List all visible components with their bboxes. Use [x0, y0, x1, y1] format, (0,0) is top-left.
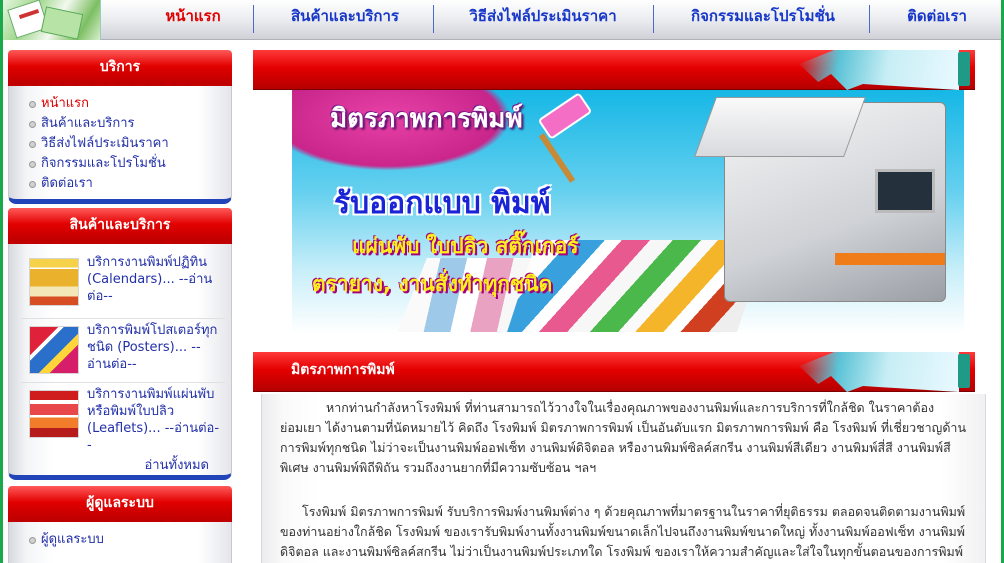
paint-roller-icon: [537, 92, 593, 140]
nav-divider: [253, 5, 254, 33]
nav-contact[interactable]: ติดต่อเรา: [879, 0, 995, 33]
nav-divider: [869, 5, 870, 33]
site-logo[interactable]: [3, 0, 101, 40]
roller-handle: [538, 133, 576, 183]
product-link-posters[interactable]: บริการพิมพ์โปสเตอร์ทุกชนิด (Posters)... …: [87, 322, 223, 373]
nav-home[interactable]: หน้าแรก: [143, 0, 243, 33]
admin-box-body: ผู้ดูแลระบบ: [8, 522, 232, 563]
article-paragraph: หากท่านกำลังหาโรงพิมพ์ ที่ท่านสามารถไว้ว…: [280, 400, 966, 475]
product-link-calendars[interactable]: บริการงานพิมพ์ปฏิทิน (Calendars)... --อ่…: [87, 254, 223, 305]
services-box-body: หน้าแรก สินค้าและบริการ วิธีส่งไฟล์ประเม…: [8, 86, 232, 204]
paint-roller-icon: [958, 52, 970, 86]
sidebar-item-contact[interactable]: ติดต่อเรา: [29, 174, 231, 194]
hero-banner: มิตรภาพการพิมพ์ รับออกแบบ พิมพ์ แผ่นพับ …: [292, 90, 964, 333]
paint-splash-decoration: [799, 352, 959, 392]
divider: [21, 318, 225, 319]
nav-divider: [433, 5, 434, 33]
sidebar-item-promotions[interactable]: กิจกรรมและโปรโมชั่น: [29, 154, 231, 174]
product-link-leaflets[interactable]: บริการงานพิมพ์แผ่นพับหรือพิมพ์ใบปลิว (Le…: [87, 386, 223, 454]
admin-box-title: ผู้ดูแลระบบ: [8, 486, 232, 525]
paint-splash-decoration: [799, 50, 959, 90]
banner-subline-2: ตรายาง, งานสั่งทำทุกชนิด: [312, 272, 553, 296]
services-box: บริการ หน้าแรก สินค้าและบริการ วิธีส่งไฟ…: [8, 50, 232, 204]
poster-thumbnail: [29, 326, 79, 374]
nav-products-services[interactable]: สินค้าและบริการ: [265, 0, 425, 33]
article-content: หากท่านกำลังหาโรงพิมพ์ ที่ท่านสามารถไว้ว…: [261, 394, 986, 563]
sidebar-item-file-submission[interactable]: วิธีส่งไฟล์ประเมินราคา: [29, 134, 231, 154]
services-box-title: บริการ: [8, 50, 232, 89]
article-paragraph: โรงพิมพ์ มิตรภาพการพิมพ์ รับบริการพิมพ์ง…: [280, 504, 966, 559]
admin-box: ผู้ดูแลระบบ ผู้ดูแลระบบ: [8, 486, 232, 563]
product-item[interactable]: บริการงานพิมพ์แผ่นพับหรือพิมพ์ใบปลิว (Le…: [19, 384, 223, 453]
paint-roller-icon: [958, 354, 970, 388]
monitor-icon: [875, 169, 935, 213]
printing-machine-image: [694, 97, 946, 302]
calendar-thumbnail: [29, 258, 79, 306]
banner-subline-1: แผ่นพับ ใบปลิว สติ๊กเกอร์: [352, 234, 579, 258]
banner-header-strip: [253, 50, 975, 90]
nav-promotions[interactable]: กิจกรรมและโปรโมชั่น: [663, 0, 863, 33]
banner-headline: รับออกแบบ พิมพ์: [334, 186, 551, 221]
banner-company-name: มิตรภาพการพิมพ์: [330, 104, 523, 134]
read-all-link[interactable]: อ่านทั้งหมด: [145, 454, 210, 475]
divider: [21, 382, 225, 383]
products-box-body: บริการงานพิมพ์ปฏิทิน (Calendars)... --อ่…: [8, 244, 232, 480]
top-navigation: หน้าแรก สินค้าและบริการ วิธีส่งไฟล์ประเม…: [3, 0, 1001, 40]
product-item[interactable]: บริการพิมพ์โปสเตอร์ทุกชนิด (Posters)... …: [19, 320, 223, 386]
product-item[interactable]: บริการงานพิมพ์ปฏิทิน (Calendars)... --อ่…: [19, 252, 223, 318]
sidebar-item-products[interactable]: สินค้าและบริการ: [29, 114, 231, 134]
article-header: มิตรภาพการพิมพ์: [253, 352, 975, 392]
leaflet-thumbnail: [29, 390, 79, 438]
nav-file-submission[interactable]: วิธีส่งไฟล์ประเมินราคา: [443, 0, 643, 33]
sidebar-item-admin[interactable]: ผู้ดูแลระบบ: [29, 530, 231, 550]
nav-divider: [653, 5, 654, 33]
products-box-title: สินค้าและบริการ: [8, 208, 232, 247]
products-box: สินค้าและบริการ บริการงานพิมพ์ปฏิทิน (Ca…: [8, 208, 232, 480]
sidebar-item-home[interactable]: หน้าแรก: [29, 94, 231, 114]
article-title: มิตรภาพการพิมพ์: [291, 362, 395, 378]
